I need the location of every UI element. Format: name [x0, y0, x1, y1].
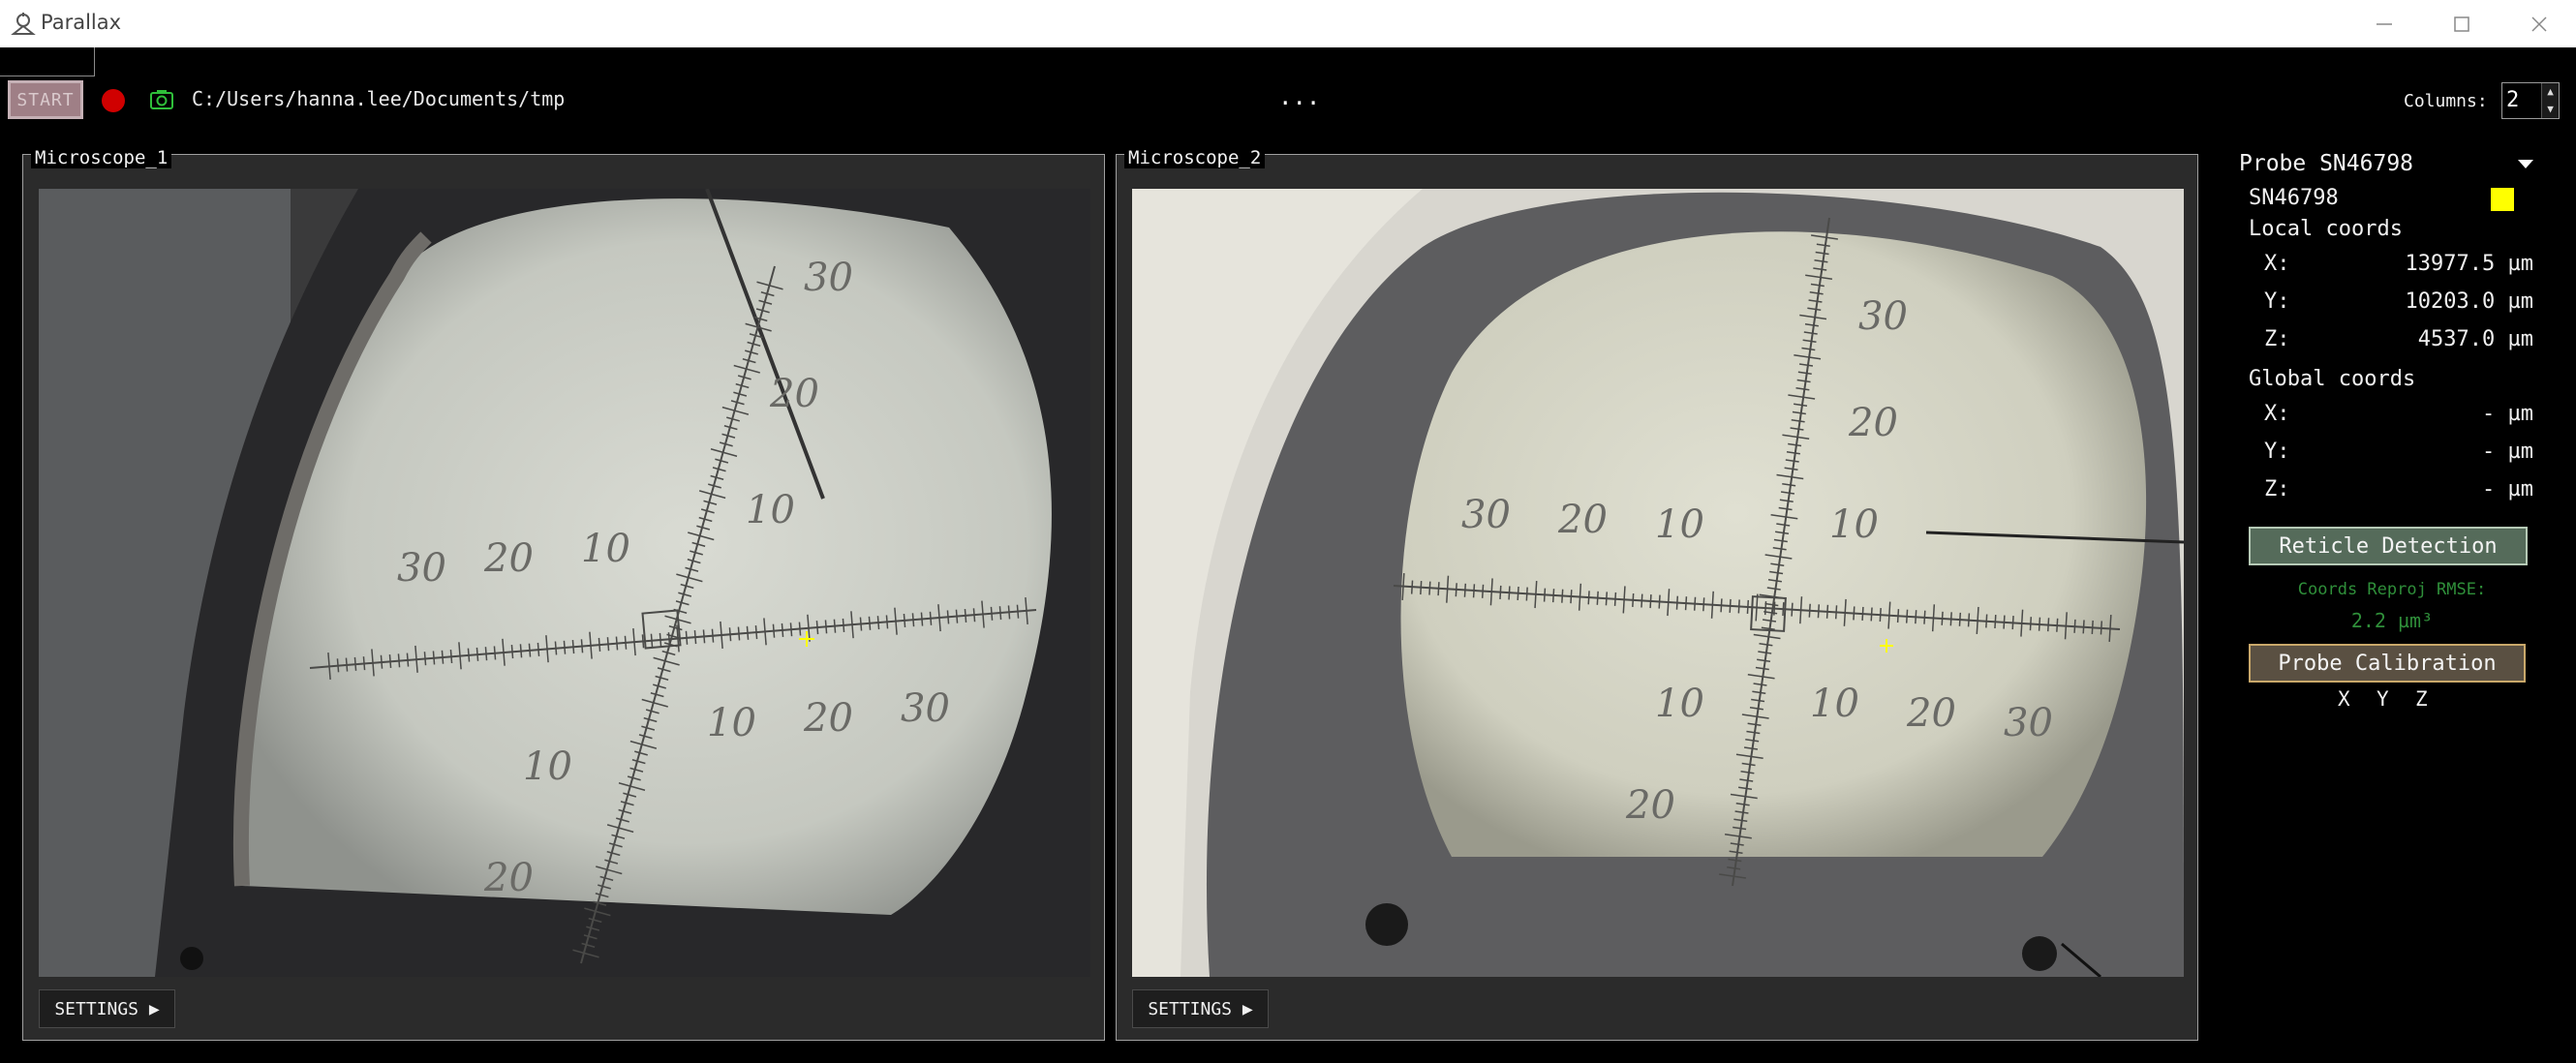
microscope-title-2: Microscope_2	[1124, 147, 1266, 168]
global-y-label: Y:	[2264, 440, 2290, 464]
probe-panel: Probe SN46798 SN46798 Local coords X: 13…	[2227, 145, 2557, 726]
global-y-value: - µm	[2482, 440, 2533, 464]
axis-x-button[interactable]: X	[2338, 687, 2350, 711]
rmse-label: Coords Reproj RMSE:	[2297, 580, 2487, 599]
tab-stub	[0, 47, 95, 76]
reticle-label: 10	[1655, 502, 1704, 547]
reticle-label: 20	[483, 856, 534, 900]
local-y-value: 10203.0 µm	[2405, 289, 2533, 314]
chevron-down-icon[interactable]	[2518, 160, 2533, 168]
reticle-label: 30	[1461, 493, 1511, 537]
reticle-label: 20	[483, 536, 534, 581]
reticle-detection-button[interactable]: Reticle Detection	[2249, 527, 2528, 565]
reticle-label: 10	[523, 744, 572, 789]
microscope-panel-1: 30 20 10 10 20 30 10 20 30 10 20 SETTING…	[22, 154, 1105, 1041]
maximize-button[interactable]	[2425, 0, 2499, 47]
columns-spinbox[interactable]: 2 ▲ ▼	[2501, 82, 2560, 119]
reticle-label: 30	[1858, 294, 1908, 339]
microscope-view-2[interactable]: 30 20 10 10 20 30 10 20 30 10 20	[1132, 189, 2184, 977]
reticle-label: 20	[1557, 498, 1608, 542]
local-y-label: Y:	[2264, 289, 2290, 314]
spin-arrows[interactable]: ▲ ▼	[2541, 83, 2559, 118]
columns-value: 2	[2506, 88, 2520, 112]
reticle-label: 10	[1655, 682, 1704, 726]
title-bar: Parallax	[0, 0, 2576, 47]
reticle-label: 20	[1625, 783, 1675, 828]
reticle-label: 10	[707, 701, 756, 745]
probe-calibration-button[interactable]: Probe Calibration	[2249, 644, 2526, 683]
axis-z-button[interactable]: Z	[2415, 687, 2428, 711]
camera-icon	[150, 90, 173, 109]
global-x-value: - µm	[2482, 402, 2533, 426]
spin-down-icon[interactable]: ▼	[2542, 101, 2559, 118]
microscope-title-1: Microscope_1	[31, 147, 172, 168]
global-z-value: - µm	[2482, 477, 2533, 501]
microscope-view-1[interactable]: 30 20 10 10 20 30 10 20 30 10 20	[39, 189, 1090, 977]
snapshot-button[interactable]	[149, 87, 174, 112]
close-button[interactable]	[2502, 0, 2576, 47]
probe-dropdown[interactable]: Probe SN46798	[2239, 151, 2413, 176]
minimize-icon	[2377, 22, 2392, 25]
probe-id: SN46798	[2249, 186, 2339, 210]
record-button[interactable]	[102, 89, 125, 112]
local-z-value: 4537.0 µm	[2417, 327, 2533, 351]
reticle-label: 20	[803, 696, 853, 741]
reticle-label: 20	[769, 372, 819, 416]
browse-button[interactable]: ...	[1278, 85, 1320, 116]
local-x-label: X:	[2264, 252, 2290, 276]
reticle-label: 20	[1848, 401, 1898, 445]
columns-label: Columns:	[2404, 91, 2488, 111]
local-x-value: 13977.5 µm	[2405, 252, 2533, 276]
app-logo-icon	[11, 13, 36, 35]
rmse-value: 2.2 µm³	[2350, 609, 2434, 632]
microscope-panel-2: 30 20 10 10 20 30 10 20 30 10 20 SETTING…	[1116, 154, 2198, 1041]
spin-up-icon[interactable]: ▲	[2542, 83, 2559, 101]
local-coords-label: Local coords	[2249, 217, 2403, 241]
reticle-label: 10	[581, 527, 630, 571]
global-coords-label: Global coords	[2249, 367, 2416, 391]
local-z-label: Z:	[2264, 327, 2290, 351]
reticle-label: 30	[2004, 701, 2053, 745]
window-title: Parallax	[41, 11, 122, 34]
reticle-label: 10	[746, 488, 795, 532]
minimize-button[interactable]	[2347, 0, 2421, 47]
reticle-label: 10	[1829, 502, 1879, 547]
close-icon	[2531, 15, 2547, 32]
reticle-label: 20	[1906, 691, 1956, 736]
reticle-label: 10	[1810, 682, 1859, 726]
maximize-icon	[2454, 15, 2469, 32]
settings-button-2[interactable]: SETTINGS ▶	[1132, 989, 1269, 1028]
reticle-label: 30	[804, 256, 853, 300]
probe-color-swatch	[2491, 188, 2514, 211]
directory-path: C:/Users/hanna.lee/Documents/tmp	[192, 87, 566, 110]
global-z-label: Z:	[2264, 477, 2290, 501]
start-button[interactable]: START	[8, 80, 83, 119]
settings-button-1[interactable]: SETTINGS ▶	[39, 989, 175, 1028]
global-x-label: X:	[2264, 402, 2290, 426]
reticle-label: 30	[397, 546, 446, 591]
axis-y-button[interactable]: Y	[2377, 687, 2389, 711]
reticle-label: 30	[901, 686, 950, 731]
